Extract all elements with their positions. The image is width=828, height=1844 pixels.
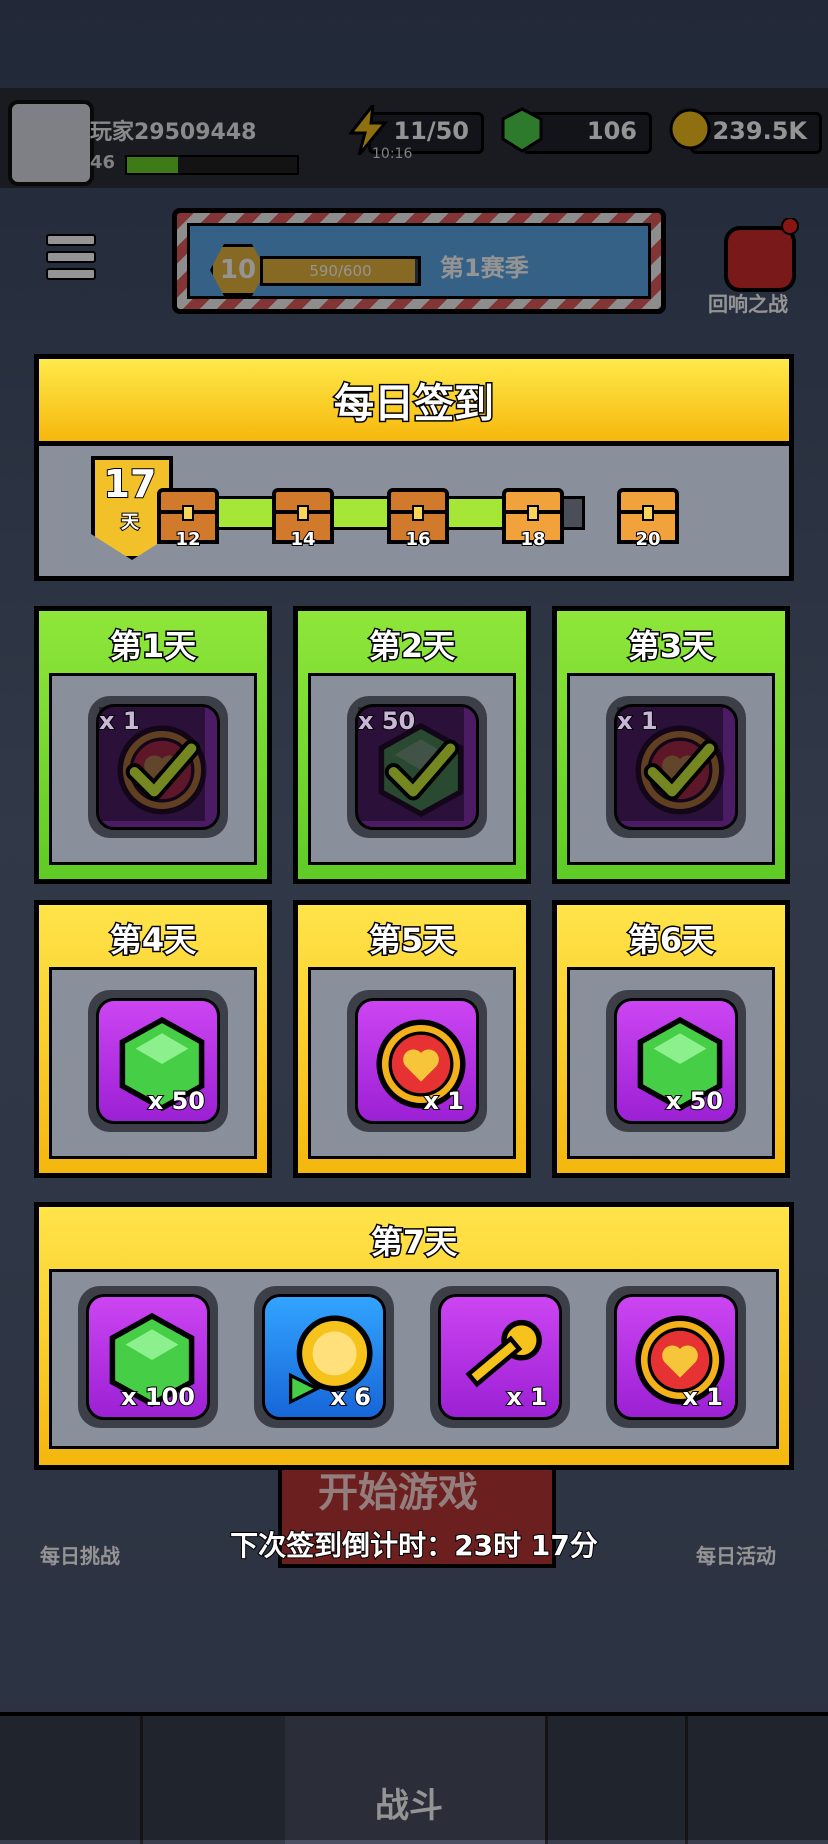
milestone-chest-20[interactable]: 20: [615, 482, 681, 551]
day-card-5[interactable]: 第5天 x 1: [293, 900, 531, 1178]
day7-reward-item: x 100: [78, 1286, 218, 1428]
reward-item: x 1: [88, 696, 228, 838]
reward-slot: x 50: [567, 967, 775, 1159]
reward-slot: x 1: [308, 967, 516, 1159]
milestone-label: 20: [634, 528, 661, 551]
reward-slot: x 50: [49, 967, 257, 1159]
milestone-chest-12[interactable]: 12: [155, 482, 221, 551]
reward-item: x 1: [606, 696, 746, 838]
day7-reward-item: x 1: [606, 1286, 746, 1428]
reward-quantity: x 1: [616, 706, 723, 821]
day-card-title: 第2天: [367, 626, 456, 667]
day7-reward-item: x 6: [254, 1286, 394, 1428]
day-card-title: 第3天: [626, 626, 715, 667]
milestone-chest-14[interactable]: 14: [270, 482, 336, 551]
reward-slot: x 1: [49, 673, 257, 865]
signin-title: 每日签到: [333, 380, 496, 429]
reward-quantity: x 1: [505, 1382, 548, 1412]
next-signin-countdown: 下次签到倒计时：23时 17分: [229, 1528, 599, 1563]
milestone-label: 16: [404, 528, 431, 551]
day7-reward-slot: x 100 x 6 x 1 x 1: [49, 1269, 779, 1449]
day-card-title: 第6天: [626, 920, 715, 961]
day-card-title: 第4天: [108, 920, 197, 961]
day7-reward-item: x 1: [430, 1286, 570, 1428]
reward-quantity: x 50: [665, 1086, 724, 1116]
reward-quantity: x 50: [147, 1086, 206, 1116]
reward-quantity: x 6: [329, 1382, 372, 1412]
day-card-title: 第1天: [108, 626, 197, 667]
milestone-label: 14: [289, 528, 316, 551]
day-card-3[interactable]: 第3天 x 1: [552, 606, 790, 884]
reward-slot: x 1: [567, 673, 775, 865]
reward-item: x 50: [606, 990, 746, 1132]
reward-item: x 50: [347, 696, 487, 838]
milestone-label: 18: [519, 528, 546, 551]
day7-card[interactable]: 第7天 x 100 x 6 x 1 x 1: [34, 1202, 794, 1470]
cumulative-track: 17 天 12 14 16 18 20: [34, 441, 794, 581]
reward-quantity: x 1: [422, 1086, 465, 1116]
daily-signin-panel: 每日签到 17 天 12 14 16 18 20 第1天 x 1 第2天 x 50 第3天 x 1…: [34, 354, 794, 1470]
reward-quantity: x 50: [357, 706, 464, 821]
day-card-2[interactable]: 第2天 x 50: [293, 606, 531, 884]
day-card-title: 第5天: [367, 920, 456, 961]
reward-quantity: x 100: [120, 1382, 196, 1412]
day7-title: 第7天: [369, 1222, 458, 1263]
milestone-label: 12: [174, 528, 201, 551]
reward-slot: x 50: [308, 673, 516, 865]
reward-item: x 1: [347, 990, 487, 1132]
day-card-4[interactable]: 第4天 x 50: [34, 900, 272, 1178]
signin-header: 每日签到: [34, 354, 794, 446]
milestone-chest-18[interactable]: 18: [500, 482, 566, 551]
milestone-chest-16[interactable]: 16: [385, 482, 451, 551]
reward-item: x 50: [88, 990, 228, 1132]
reward-quantity: x 1: [98, 706, 205, 821]
day-card-6[interactable]: 第6天 x 50: [552, 900, 790, 1178]
reward-quantity: x 1: [681, 1382, 724, 1412]
day-card-1[interactable]: 第1天 x 1: [34, 606, 272, 884]
